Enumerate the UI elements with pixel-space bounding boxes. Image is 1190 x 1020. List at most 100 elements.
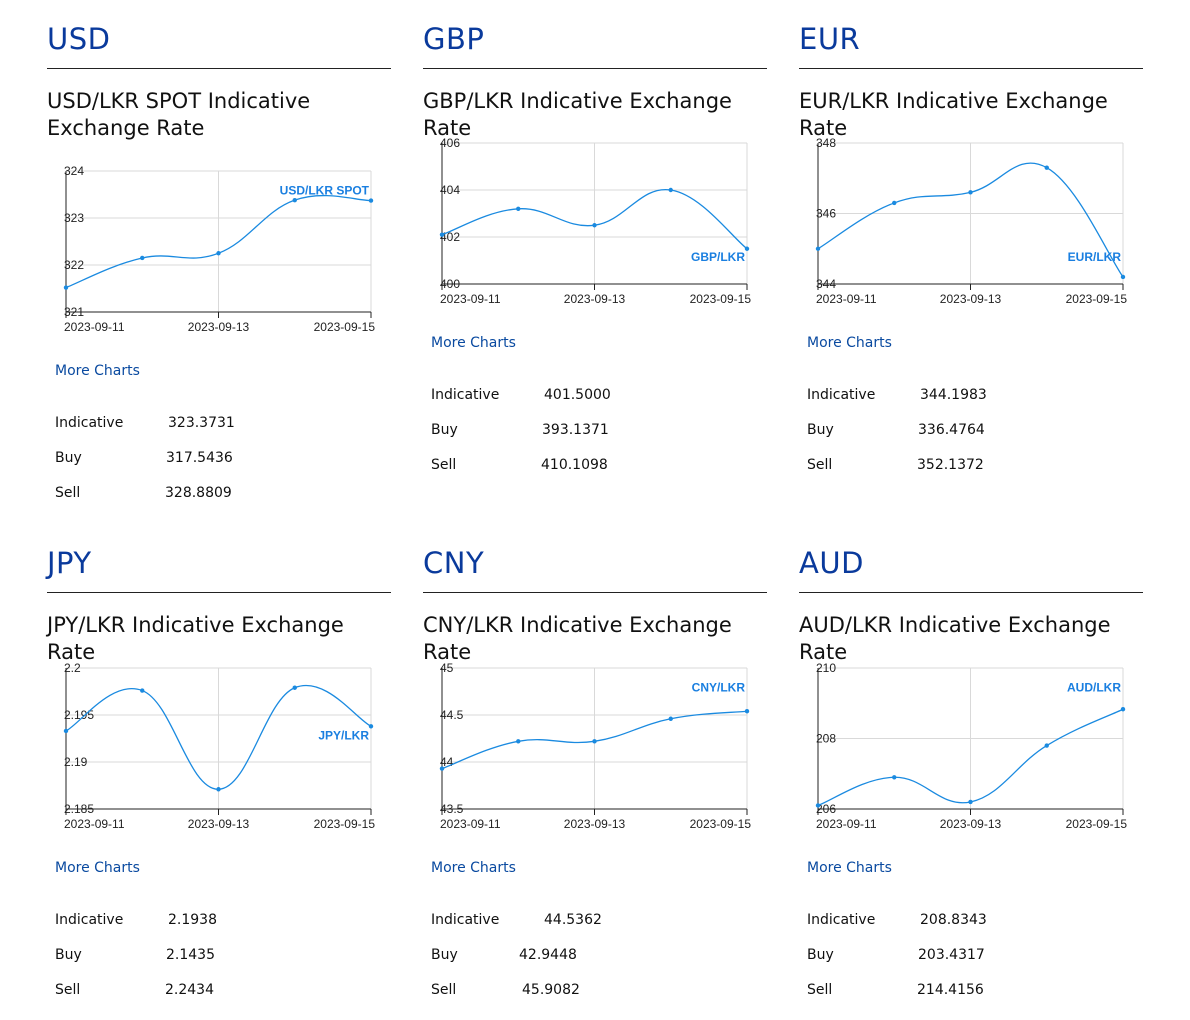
y-tick-label: 208 — [816, 732, 836, 746]
series-label: JPY/LKR — [318, 728, 369, 742]
data-point — [63, 285, 69, 290]
usd-panel: USD USD/LKR SPOT Indicative Exchange Rat… — [47, 0, 392, 510]
y-tick-label: 2.185 — [64, 802, 94, 816]
data-point — [439, 766, 445, 771]
data-point — [292, 685, 297, 690]
y-tick-label: 44.5 — [440, 708, 464, 722]
rate-row-sell: Sell 410.1098 — [431, 457, 608, 473]
data-point — [668, 716, 673, 721]
rate-value: 208.8343 — [920, 912, 987, 928]
x-tick-label: 2023-09-11 — [440, 817, 501, 831]
data-point — [892, 775, 897, 780]
x-tick-label: 2023-09-15 — [690, 292, 752, 306]
x-tick-label: 2023-09-13 — [188, 320, 250, 334]
rate-label: Indicative — [431, 387, 500, 403]
data-point — [1120, 707, 1126, 712]
y-tick-label: 2.19 — [64, 755, 88, 769]
gbp-chart: 400 402 404 406 2023-09-11 2023-09-13 2023-09-… — [439, 136, 752, 306]
rate-value: 214.4156 — [917, 982, 984, 998]
data-point — [815, 246, 821, 251]
rate-value: 352.1372 — [917, 457, 984, 473]
rate-value: 44.5362 — [544, 912, 602, 928]
rate-label: Sell — [431, 457, 457, 473]
data-point — [668, 187, 673, 193]
data-point — [368, 198, 374, 203]
divider — [423, 68, 767, 69]
more-charts-link[interactable]: More Charts — [807, 335, 892, 351]
data-point — [744, 246, 750, 251]
data-point — [592, 223, 597, 228]
x-tick-label: 2023-09-15 — [1066, 817, 1128, 831]
y-tick-label: 321 — [64, 305, 84, 319]
rate-row-buy: Buy 203.4317 — [807, 947, 985, 963]
y-tick-label: 404 — [440, 183, 460, 197]
data-point — [63, 728, 69, 734]
gbp-panel: GBP GBP/LKR Indicative Exchange Rate 400… — [423, 0, 768, 510]
data-point — [968, 799, 973, 805]
cny-chart: 43.54444.5452023-09-11 2023-09-13 2023-09-… — [439, 661, 751, 831]
divider — [423, 592, 767, 593]
rate-label: Indicative — [55, 912, 124, 928]
rate-label: Sell — [807, 982, 833, 998]
more-charts-link[interactable]: More Charts — [431, 335, 516, 351]
rate-value: 45.9082 — [522, 982, 580, 998]
data-point — [592, 739, 597, 744]
jpy-panel: JPY JPY/LKR Indicative Exchange Rate 2.1… — [47, 524, 392, 1020]
rate-value: 393.1371 — [542, 422, 609, 438]
rate-row-buy: Buy 393.1371 — [431, 422, 609, 438]
y-tick-label: 43.5 — [440, 802, 464, 816]
eur-panel: EUR EUR/LKR Indicative Exchange Rate 344… — [799, 0, 1144, 510]
currency-heading: JPY — [47, 546, 92, 580]
aud-panel: AUD AUD/LKR Indicative Exchange Rate 206… — [799, 524, 1144, 1020]
rate-row-indicative: Indicative 401.5000 — [431, 387, 611, 403]
x-tick-label: 2023-09-13 — [564, 817, 626, 831]
x-tick-label: 2023-09-13 — [188, 817, 250, 831]
data-point — [744, 709, 750, 714]
rate-label: Indicative — [55, 415, 124, 431]
currency-heading: USD — [47, 22, 111, 56]
x-tick-label: 2023-09-13 — [564, 292, 626, 306]
x-tick-label: 2023-09-11 — [64, 817, 125, 831]
rate-label: Buy — [55, 450, 82, 466]
rate-value: 317.5436 — [166, 450, 233, 466]
y-tick-label: 45 — [440, 661, 454, 675]
eur-chart: 344 346 348 2023-09-11 2023-09-13 2023-09-15 E… — [815, 136, 1127, 306]
rate-value: 203.4317 — [918, 947, 985, 963]
rate-label: Sell — [55, 982, 81, 998]
aud-chart: 2062082102023-09-11 2023-09-13 2023-09-15A… — [815, 661, 1128, 831]
rate-label: Sell — [807, 457, 833, 473]
series-label: AUD/LKR — [1067, 680, 1121, 694]
rate-value: 2.2434 — [165, 982, 214, 998]
more-charts-link[interactable]: More Charts — [55, 860, 140, 876]
rate-row-sell: Sell 352.1372 — [807, 457, 984, 473]
series-label: CNY/LKR — [692, 680, 746, 694]
y-tick-label: 2.2 — [64, 661, 81, 675]
rate-row-buy: Buy 2.1435 — [55, 947, 215, 963]
rate-value: 328.8809 — [165, 485, 232, 501]
rate-row-sell: Sell 2.2434 — [55, 982, 214, 998]
more-charts-link[interactable]: More Charts — [431, 860, 516, 876]
rate-value: 323.3731 — [168, 415, 235, 431]
x-tick-label: 2023-09-13 — [940, 292, 1002, 306]
currency-heading: CNY — [423, 546, 485, 580]
data-point — [140, 688, 145, 693]
x-tick-label: 2023-09-13 — [940, 817, 1002, 831]
rate-row-sell: Sell 214.4156 — [807, 982, 984, 998]
more-charts-link[interactable]: More Charts — [807, 860, 892, 876]
data-point — [516, 206, 521, 211]
series-label: GBP/LKR — [691, 250, 745, 264]
x-tick-label: 2023-09-11 — [816, 292, 877, 306]
rate-value: 2.1938 — [168, 912, 217, 928]
currency-heading: GBP — [423, 22, 485, 56]
x-tick-label: 2023-09-11 — [440, 292, 501, 306]
x-tick-label: 2023-09-11 — [816, 817, 877, 831]
rate-label: Indicative — [431, 912, 500, 928]
rate-value: 2.1435 — [166, 947, 215, 963]
y-tick-label: 344 — [816, 277, 836, 291]
data-point — [140, 255, 145, 261]
more-charts-link[interactable]: More Charts — [55, 363, 140, 379]
rate-row-buy: Buy 317.5436 — [55, 450, 233, 466]
data-point — [216, 251, 221, 256]
rate-row-indicative: Indicative 208.8343 — [807, 912, 987, 928]
data-point — [892, 200, 897, 206]
